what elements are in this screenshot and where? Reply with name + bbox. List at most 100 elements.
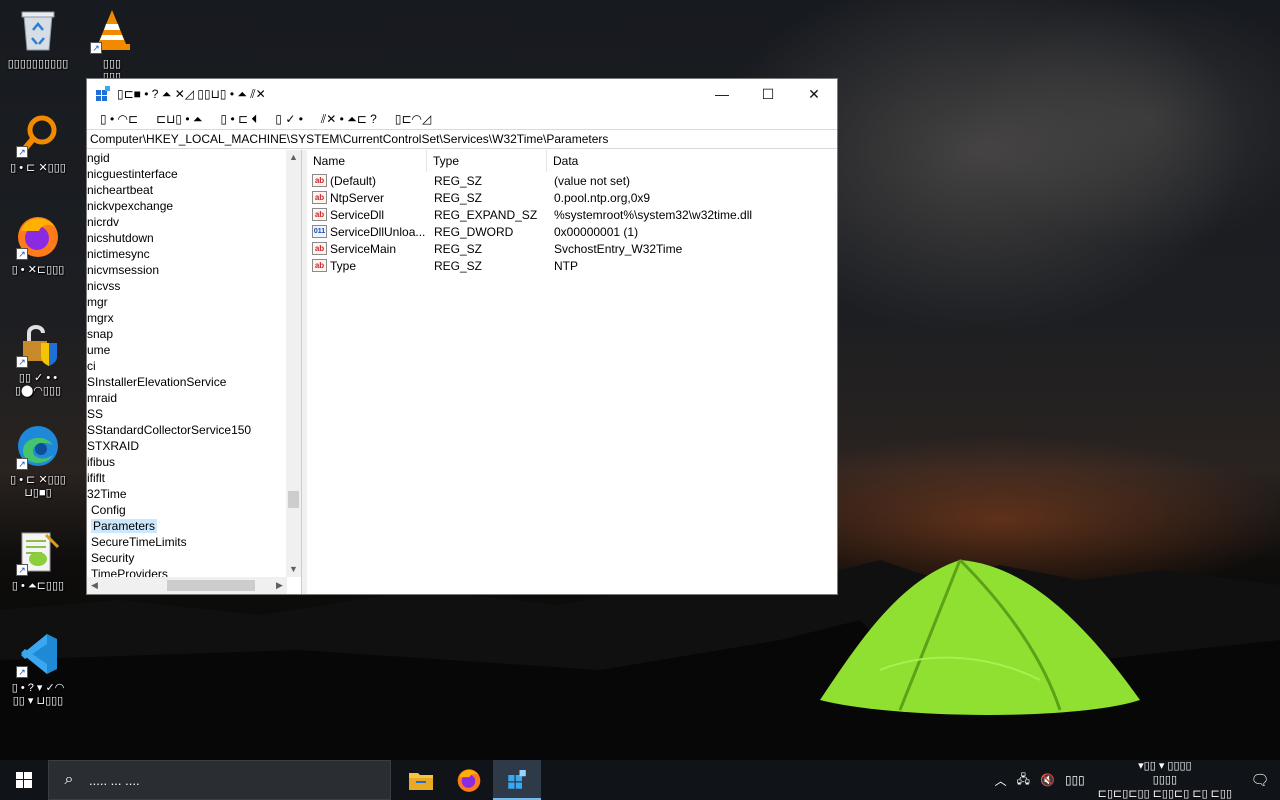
tree-item[interactable]: ififlt [87, 470, 286, 486]
tree-item[interactable]: snap [87, 326, 286, 342]
tree-horizontal-scrollbar[interactable]: ◀ ▶ [87, 577, 287, 594]
address-bar[interactable]: Computer\HKEY_LOCAL_MACHINE\SYSTEM\Curre… [87, 129, 837, 149]
title-bar[interactable]: ▯⊏■ • ? ⏶ ✕◿ ▯▯⊔▯ • ⏶ ⫽✕ — ☐ ✕ [87, 79, 837, 109]
string-value-icon: ab [312, 191, 327, 204]
regedit-app-icon [508, 770, 526, 789]
tree-item[interactable]: nickvpexchange [87, 198, 286, 214]
notification-center-icon[interactable]: 🗨 [1240, 760, 1280, 800]
tree-item[interactable]: TimeProviders [87, 566, 286, 577]
value-row[interactable]: ab ServiceDll REG_EXPAND_SZ %systemroot%\sy… [307, 206, 837, 223]
value-name-cell: ab ServiceMain [307, 242, 427, 256]
string-value-icon: ab [312, 174, 327, 187]
network-icon[interactable]: 🖧 [1012, 770, 1035, 791]
close-button[interactable]: ✕ [791, 79, 837, 109]
panes: ngid nicguestinterface nicheartbeat nickvpe… [87, 149, 837, 594]
desktop-icon-edge[interactable]: ↗ ▯ • ⊏ ✕▯▯▯ ⊔▯■▯ [0, 422, 76, 500]
tree-item[interactable]: Parameters [87, 518, 286, 534]
scroll-right-arrow-icon[interactable]: ▶ [272, 577, 287, 594]
tree-item[interactable]: nicvmsession [87, 262, 286, 278]
desktop-icon-vlc[interactable]: ↗ ▯▯▯ ▯▯▯ [74, 6, 150, 84]
shortcut-arrow-icon: ↗ [90, 42, 102, 54]
taskbar-regedit[interactable] [493, 760, 541, 800]
recycle-bin-icon [14, 6, 62, 54]
taskbar-firefox[interactable] [445, 760, 493, 800]
tree-item[interactable]: Security [87, 550, 286, 566]
tree-item[interactable]: ci [87, 358, 286, 374]
scroll-left-arrow-icon[interactable]: ◀ [87, 577, 102, 594]
taskbar-search-box[interactable]: ⌕ ..... ... .... [48, 760, 391, 800]
tree-item-label: SStandardCollectorService150 [87, 423, 252, 437]
tree-item[interactable]: nicshutdown [87, 230, 286, 246]
tree-item-label: mraid [87, 391, 118, 405]
desktop-icon-firefox[interactable]: ↗ ▯ • ✕⊏▯▯▯ [0, 212, 76, 277]
menu-edit[interactable]: ⊏⊔▯ • ⏶ [147, 112, 212, 127]
column-header-type[interactable]: Type [427, 149, 547, 172]
desktop-icon-label: ▯ • ✕⊏▯▯▯ [11, 264, 65, 276]
menu-extra[interactable]: ▯⊏◠◿ [386, 112, 440, 126]
values-header: Name Type Data [307, 149, 837, 172]
desktop-icon-recycle-bin[interactable]: ▯▯▯▯▯▯▯▯▯▯ [0, 6, 76, 71]
value-data: (value not set) [554, 173, 631, 188]
tree-item[interactable]: Config [87, 502, 286, 518]
tree-item[interactable]: ume [87, 342, 286, 358]
menu-help[interactable]: ⫽✕ • ⏶⊏ ? [312, 112, 386, 127]
vlc-cone-icon: ↗ [88, 6, 136, 54]
value-row[interactable]: ab ServiceMain REG_SZ SvchostEntry_W32Time [307, 240, 837, 257]
menu-favorites[interactable]: ▯ ✓ • [266, 112, 312, 126]
tree-item[interactable]: mgrx [87, 310, 286, 326]
value-row[interactable]: 011 ServiceDllUnloa... REG_DWORD 0x00000001… [307, 223, 837, 240]
tree-item-label: Parameters [91, 519, 158, 533]
show-hidden-icons-chevron-icon[interactable]: ︿ [990, 772, 1012, 789]
value-data: NTP [554, 258, 578, 273]
tree-item[interactable]: mraid [87, 390, 286, 406]
desktop-icon-notepad-plus[interactable]: ↗ ▯ • ⏶⊏▯▯▯ [0, 528, 76, 593]
tree-vertical-scrollbar[interactable]: ▲ ▼ [286, 150, 301, 577]
value-row[interactable]: ab Type REG_SZ NTP [307, 257, 837, 274]
value-row[interactable]: ab NtpServer REG_SZ 0.pool.ntp.org,0x9 [307, 189, 837, 206]
value-type: REG_SZ [434, 190, 483, 205]
tree-item[interactable]: SStandardCollectorService150 [87, 422, 286, 438]
value-name: ServiceMain [330, 241, 397, 256]
value-row[interactable]: ab (Default) REG_SZ (value not set) [307, 172, 837, 189]
value-data: %systemroot%\system32\w32time.dll [554, 207, 753, 222]
column-header-data[interactable]: Data [547, 150, 837, 172]
value-name: (Default) [330, 173, 377, 188]
value-type: REG_SZ [434, 241, 483, 256]
tree-item[interactable]: SS [87, 406, 286, 422]
start-button[interactable] [0, 760, 48, 800]
column-header-name[interactable]: Name [307, 149, 427, 172]
scroll-thumb[interactable] [288, 491, 299, 508]
taskbar-file-explorer[interactable] [397, 760, 445, 800]
desktop-icon-unlock-tool[interactable]: ↗ ▯▯ ✓ • • ▯⬤◠▯▯▯ [0, 320, 76, 398]
desktop-icon-vscode[interactable]: ↗ ▯ • ? ▾ ✓◠ ▯▯ ▾ ⊔▯▯▯ [0, 630, 76, 708]
scroll-thumb[interactable] [167, 580, 255, 591]
scroll-down-arrow-icon[interactable]: ▼ [286, 562, 301, 577]
minimize-button[interactable]: — [699, 79, 745, 109]
tree-item[interactable]: nicrdv [87, 214, 286, 230]
tree-item[interactable]: nicheartbeat [87, 182, 286, 198]
tree-item[interactable]: mgr [87, 294, 286, 310]
clock[interactable]: ▾▯▯ ▾ ▯▯▯▯ ▯▯▯▯ ⊏▯⊏▯⊏▯▯ ⊏▯▯⊏▯ ⊏▯ ⊏▯▯ [1090, 759, 1240, 800]
tree-item[interactable]: SInstallerElevationService [87, 374, 286, 390]
desktop-icon-search-tool[interactable]: ↗ ▯ • ⊏ ✕▯▯▯ [0, 110, 76, 175]
tree-item[interactable]: nicvss [87, 278, 286, 294]
tree-item[interactable]: ifibus [87, 454, 286, 470]
tree-item[interactable]: nictimesync [87, 246, 286, 262]
input-language[interactable]: ▯▯▯ [1060, 773, 1090, 787]
tree-item-label: ci [87, 359, 96, 373]
tree-item[interactable]: 32Time [87, 486, 286, 502]
value-data: 0x00000001 (1) [554, 224, 639, 239]
tree-item[interactable]: SecureTimeLimits [87, 534, 286, 550]
scroll-up-arrow-icon[interactable]: ▲ [286, 150, 301, 165]
vscode-icon: ↗ [14, 630, 62, 678]
tree-item-label: nicvmsession [87, 263, 160, 277]
windows-logo-icon [16, 772, 32, 788]
tree-item[interactable]: ngid [87, 150, 286, 166]
volume-muted-icon[interactable]: 🔇 [1035, 773, 1060, 787]
menu-view[interactable]: ▯ • ⊏ ⏴ [212, 112, 267, 127]
tree-item[interactable]: nicguestinterface [87, 166, 286, 182]
tree-item[interactable]: STXRAID [87, 438, 286, 454]
maximize-button[interactable]: ☐ [745, 79, 791, 109]
menu-file[interactable]: ▯ • ◠⊏ [91, 112, 147, 126]
desktop-icon-label: ▯ • ⏶⊏▯▯▯ [11, 580, 65, 592]
